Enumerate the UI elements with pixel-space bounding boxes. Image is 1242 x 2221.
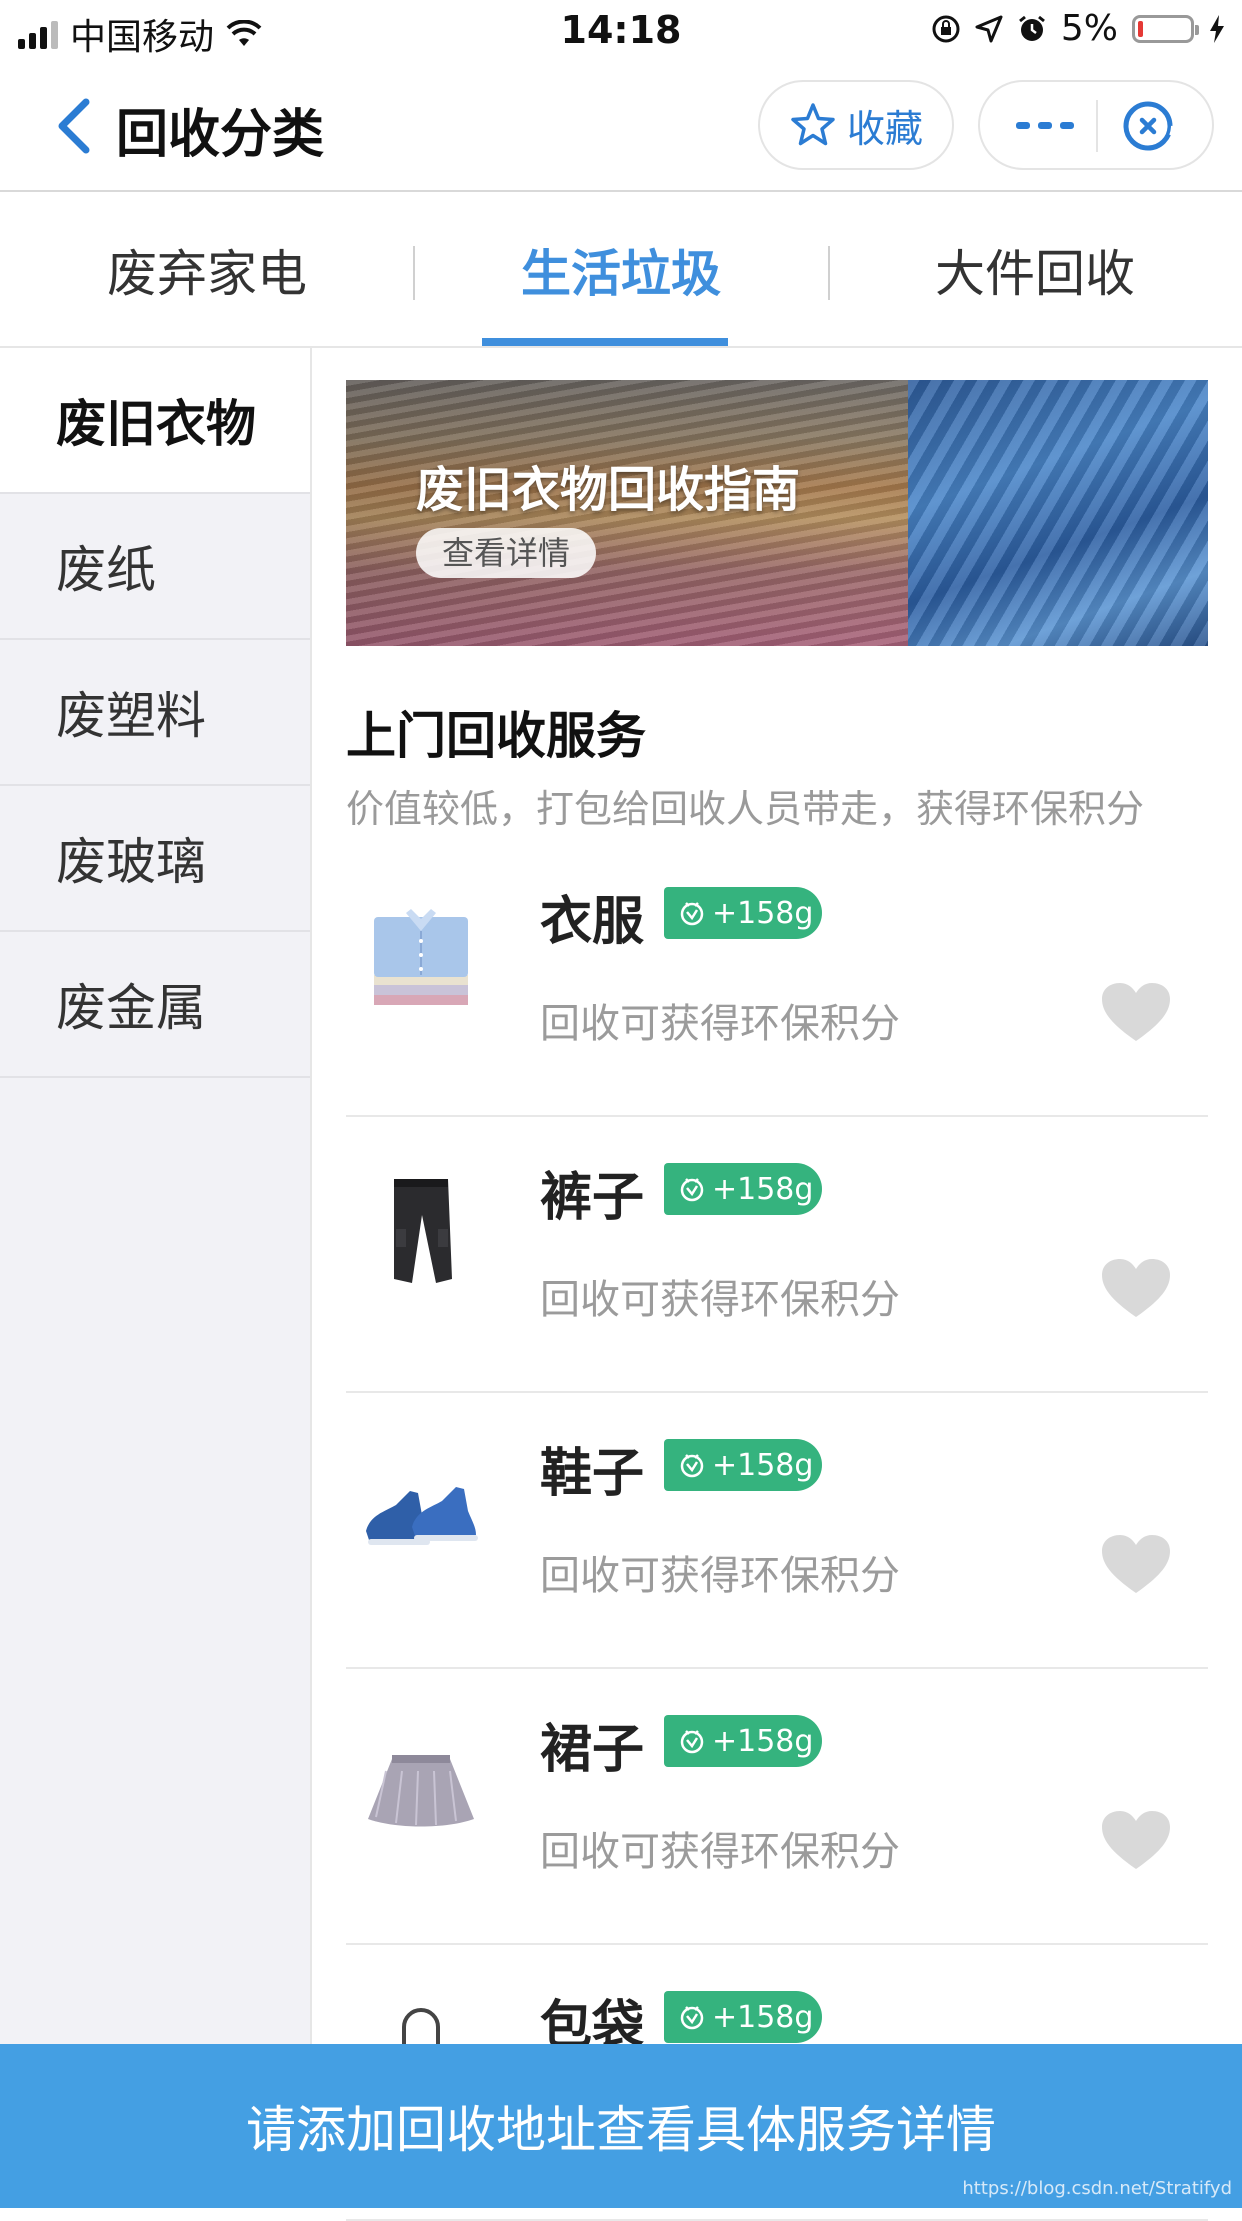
- list-item[interactable]: 裤子 +158g 回收可获得环保积分: [346, 1117, 1208, 1393]
- item-name: 裤子: [540, 1168, 645, 1228]
- section-subtitle: 价值较低，打包给回收人员带走，获得环保积分: [346, 787, 1145, 831]
- status-bar: 中国移动 14:18 5%: [0, 0, 1242, 62]
- status-right: 5%: [931, 8, 1226, 49]
- active-tab-indicator: [482, 338, 728, 346]
- heart-icon[interactable]: [1100, 1533, 1172, 1597]
- banner-blue-fabric: [908, 380, 1208, 646]
- heart-icon[interactable]: [1100, 1257, 1172, 1321]
- item-name: 裙子: [540, 1720, 645, 1780]
- charging-icon: [1210, 14, 1224, 43]
- points-badge: +158g: [664, 1439, 822, 1491]
- favorite-label: 收藏: [846, 106, 923, 151]
- close-mini-program-icon[interactable]: [1120, 98, 1176, 154]
- back-chevron-icon[interactable]: [52, 96, 96, 156]
- points-badge: +158g: [664, 1991, 822, 2043]
- heart-icon[interactable]: [1100, 1809, 1172, 1873]
- favorite-button[interactable]: 收藏: [758, 80, 954, 170]
- eco-icon: [680, 902, 704, 926]
- sidebar-item-glass[interactable]: 废玻璃: [0, 786, 310, 932]
- points-value: +158g: [712, 1447, 814, 1483]
- shoes-image: [366, 1487, 478, 1545]
- watermark: https://blog.csdn.net/Stratifyd: [962, 2178, 1232, 2199]
- capsule-divider: [1096, 100, 1098, 152]
- tab-household-waste[interactable]: 生活垃圾: [414, 192, 828, 348]
- eco-icon: [680, 1178, 704, 1202]
- rotation-lock-icon: [932, 15, 960, 42]
- section-title: 上门回收服务: [346, 707, 646, 765]
- item-description: 回收可获得环保积分: [540, 1553, 900, 1599]
- pants-image: [394, 1179, 452, 1283]
- star-icon: [791, 103, 835, 146]
- points-value: +158g: [712, 1171, 814, 1207]
- category-tabs: 废弃家电 生活垃圾 大件回收: [0, 192, 1242, 348]
- location-icon: [975, 15, 1003, 42]
- nav-bar: 回收分类 收藏: [0, 62, 1242, 192]
- tab-large-items[interactable]: 大件回收: [828, 192, 1242, 348]
- more-icon[interactable]: [1016, 122, 1074, 129]
- list-item[interactable]: 衣服 +158g 回收可获得环保积分: [346, 841, 1208, 1117]
- shirt-image: [374, 909, 468, 1005]
- item-description: 回收可获得环保积分: [540, 1001, 900, 1047]
- banner-details-button[interactable]: 查看详情: [416, 528, 597, 578]
- sidebar-item-metal[interactable]: 废金属: [0, 932, 310, 1078]
- sidebar: 废旧衣物 废纸 废塑料 废玻璃 废金属: [0, 348, 312, 2048]
- sidebar-item-paper[interactable]: 废纸: [0, 494, 310, 640]
- eco-icon: [680, 1730, 704, 1754]
- item-description: 回收可获得环保积分: [540, 1277, 900, 1323]
- points-badge: +158g: [664, 887, 822, 939]
- guide-banner[interactable]: 废旧衣物回收指南 查看详情: [346, 380, 1208, 646]
- list-item[interactable]: 鞋子 +158g 回收可获得环保积分: [346, 1393, 1208, 1669]
- skirt-image: [368, 1755, 474, 1827]
- banner-title: 废旧衣物回收指南: [416, 462, 801, 518]
- points-value: +158g: [712, 1723, 814, 1759]
- alarm-icon: [1018, 15, 1045, 41]
- battery-percent: 5%: [1060, 8, 1118, 49]
- heart-icon[interactable]: [1100, 981, 1172, 1045]
- points-badge: +158g: [664, 1163, 822, 1215]
- points-badge: +158g: [664, 1715, 822, 1767]
- points-value: +158g: [712, 1999, 814, 2035]
- mini-program-capsule: [978, 80, 1214, 170]
- points-value: +158g: [712, 895, 814, 931]
- item-name: 鞋子: [540, 1444, 645, 1504]
- sidebar-item-old-clothes[interactable]: 废旧衣物: [0, 348, 310, 494]
- list-item[interactable]: 裙子 +158g 回收可获得环保积分: [346, 1669, 1208, 1945]
- main-content: 废旧衣物回收指南 查看详情 上门回收服务 价值较低，打包给回收人员带走，获得环保…: [346, 380, 1208, 2221]
- item-list: 衣服 +158g 回收可获得环保积分 裤子 +158g 回收可获得环保积分 鞋子…: [346, 841, 1208, 2221]
- item-description: 回收可获得环保积分: [540, 1829, 900, 1875]
- eco-icon: [680, 1454, 704, 1478]
- item-name: 衣服: [540, 892, 645, 952]
- battery-icon: [1132, 14, 1199, 43]
- eco-icon: [680, 2006, 704, 2030]
- page-title: 回收分类: [116, 105, 325, 165]
- sidebar-item-plastic[interactable]: 废塑料: [0, 640, 310, 786]
- tab-appliances[interactable]: 废弃家电: [0, 192, 414, 348]
